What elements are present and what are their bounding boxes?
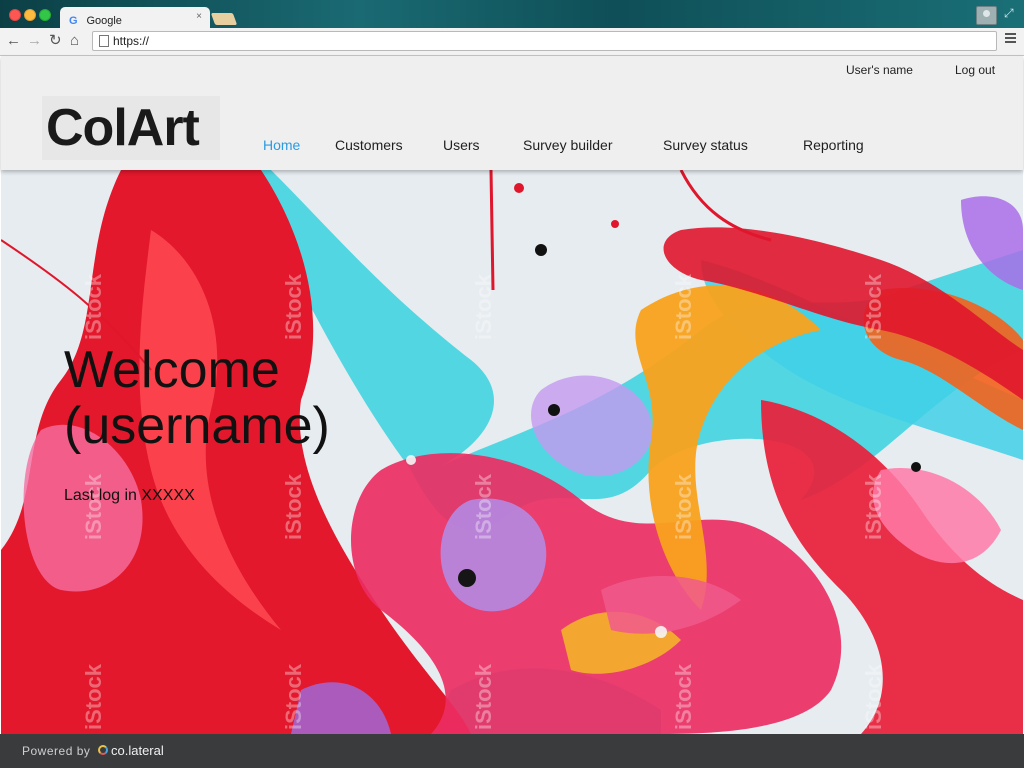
- browser-toolbar: ← → ↻ ⌂ https://: [0, 28, 1024, 56]
- colateral-brand[interactable]: co.lateral: [111, 743, 164, 758]
- svg-text:iStock: iStock: [861, 473, 886, 540]
- profile-icon[interactable]: [976, 6, 997, 25]
- url-text[interactable]: https://: [113, 34, 149, 48]
- forward-arrow-icon[interactable]: →: [27, 33, 42, 49]
- nav-reporting[interactable]: Reporting: [803, 137, 864, 153]
- colart-logo[interactable]: ColArt: [42, 96, 220, 160]
- svg-text:iStock: iStock: [81, 273, 106, 340]
- svg-text:iStock: iStock: [861, 663, 886, 730]
- browser-titlebar: G Google × ⤢: [0, 0, 1024, 28]
- new-tab-button[interactable]: [210, 13, 238, 25]
- nav-home[interactable]: Home: [263, 137, 300, 153]
- user-name-link[interactable]: User's name: [846, 63, 913, 77]
- welcome-line: Welcome: [64, 341, 280, 399]
- svg-text:iStock: iStock: [471, 273, 496, 340]
- svg-text:iStock: iStock: [471, 663, 496, 730]
- hero-banner: iStock iStock iStock iStock iStock iStoc…: [1, 170, 1023, 734]
- home-icon[interactable]: ⌂: [70, 33, 79, 49]
- minimize-window-button[interactable]: [24, 9, 36, 21]
- site-header: User's name Log out ColArt Home Customer…: [1, 56, 1023, 170]
- maximize-window-button[interactable]: [39, 9, 51, 21]
- nav-users[interactable]: Users: [443, 137, 480, 153]
- powered-by-label: Powered by: [22, 744, 91, 758]
- back-arrow-icon[interactable]: ←: [6, 33, 21, 49]
- svg-text:iStock: iStock: [281, 273, 306, 340]
- footer: Powered by co.lateral: [0, 734, 1024, 768]
- svg-text:iStock: iStock: [471, 473, 496, 540]
- svg-text:iStock: iStock: [81, 663, 106, 730]
- svg-text:iStock: iStock: [671, 273, 696, 340]
- last-login-text: Last log in XXXXX: [64, 487, 195, 504]
- colateral-logo-icon: [98, 745, 108, 755]
- logo-text: ColArt: [46, 99, 200, 157]
- svg-text:iStock: iStock: [281, 473, 306, 540]
- page-icon: [99, 35, 109, 47]
- tab-close-icon[interactable]: ×: [196, 11, 202, 22]
- tab-title: Google: [86, 15, 122, 27]
- svg-text:iStock: iStock: [81, 473, 106, 540]
- svg-text:iStock: iStock: [861, 273, 886, 340]
- svg-text:iStock: iStock: [671, 473, 696, 540]
- fullscreen-icon[interactable]: ⤢: [1004, 6, 1018, 20]
- nav-customers[interactable]: Customers: [335, 137, 403, 153]
- google-favicon-icon: G: [69, 15, 78, 27]
- username-line: (username): [64, 397, 330, 455]
- close-window-button[interactable]: [9, 9, 21, 21]
- menu-icon[interactable]: [1005, 33, 1016, 47]
- svg-text:iStock: iStock: [671, 663, 696, 730]
- browser-tab[interactable]: G Google ×: [60, 7, 210, 28]
- logout-link[interactable]: Log out: [955, 63, 995, 77]
- welcome-heading: Welcome (username): [64, 342, 330, 454]
- reload-icon[interactable]: ↻: [49, 33, 62, 49]
- nav-survey-status[interactable]: Survey status: [663, 137, 748, 153]
- svg-text:iStock: iStock: [281, 663, 306, 730]
- address-bar[interactable]: https://: [92, 31, 997, 51]
- nav-survey-builder[interactable]: Survey builder: [523, 137, 613, 153]
